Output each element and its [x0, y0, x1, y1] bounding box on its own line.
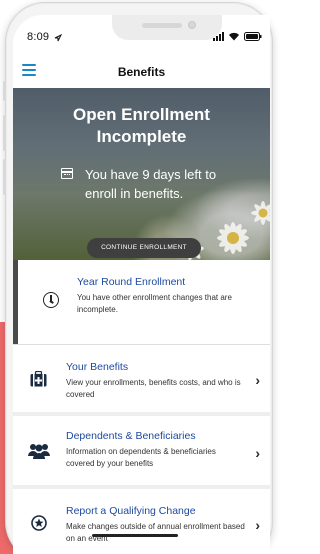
- item-title: Report a Qualifying Change: [66, 505, 196, 517]
- battery-icon: [244, 31, 262, 41]
- status-bar: 8:09: [13, 15, 270, 56]
- item-title: Dependents & Beneficiaries: [66, 430, 196, 442]
- phone-mute-button: [3, 81, 6, 101]
- status-time: 8:09: [27, 31, 50, 43]
- enrollment-hero-banner: Open Enrollment Incomplete You have 9 da…: [13, 88, 270, 260]
- clock-icon: [43, 292, 59, 308]
- phone-screen: 8:09 Benefits Open Enrollment Incomplete…: [13, 15, 270, 554]
- speaker-grille: [142, 23, 182, 28]
- item-subtitle: Information on dependents & beneficiarie…: [66, 447, 216, 468]
- phone-notch: [112, 15, 222, 40]
- item-title: Year Round Enrollment: [77, 276, 186, 288]
- medical-kit-icon: [30, 371, 47, 387]
- chevron-right-icon: ›: [255, 372, 260, 388]
- wifi-icon: [229, 32, 239, 40]
- enrollment-status-title: Open Enrollment Incomplete: [73, 105, 210, 146]
- list-item-your-benefits[interactable]: Your Benefits View your enrollments, ben…: [13, 345, 270, 416]
- active-indicator: [13, 260, 18, 344]
- page-title: Benefits: [117, 65, 166, 79]
- camera-icon: [188, 21, 196, 29]
- list-item-year-round-enrollment[interactable]: Year Round Enrollment You have other enr…: [13, 260, 270, 345]
- home-indicator[interactable]: [92, 534, 178, 537]
- phone-volume-down-button: [3, 159, 6, 195]
- item-subtitle: View your enrollments, benefits costs, a…: [66, 378, 241, 399]
- item-subtitle: You have other enrollment changes that a…: [77, 293, 232, 314]
- calendar-icon: [61, 168, 73, 179]
- continue-enrollment-button[interactable]: CONTINUE ENROLLMENT: [87, 238, 201, 258]
- list-item-report-qualifying-change[interactable]: Report a Qualifying Change Make changes …: [13, 489, 270, 549]
- status-icons: [213, 29, 262, 43]
- location-arrow-icon: [54, 34, 62, 42]
- phone-volume-up-button: [3, 115, 6, 151]
- item-subtitle: Make changes outside of annual enrollmen…: [66, 522, 245, 543]
- item-title: Your Benefits: [66, 361, 129, 373]
- days-left-message: You have 9 days left to enroll in benefi…: [55, 165, 245, 203]
- people-icon: [28, 444, 50, 459]
- benefits-menu-list: Year Round Enrollment You have other enr…: [13, 260, 270, 549]
- badge-star-icon: [31, 515, 47, 531]
- chevron-right-icon: ›: [255, 517, 260, 533]
- chevron-right-icon: ›: [255, 445, 260, 461]
- list-item-dependents-beneficiaries[interactable]: Dependents & Beneficiaries Information o…: [13, 416, 270, 489]
- signal-icon: [213, 31, 224, 41]
- app-header: Benefits: [13, 56, 270, 88]
